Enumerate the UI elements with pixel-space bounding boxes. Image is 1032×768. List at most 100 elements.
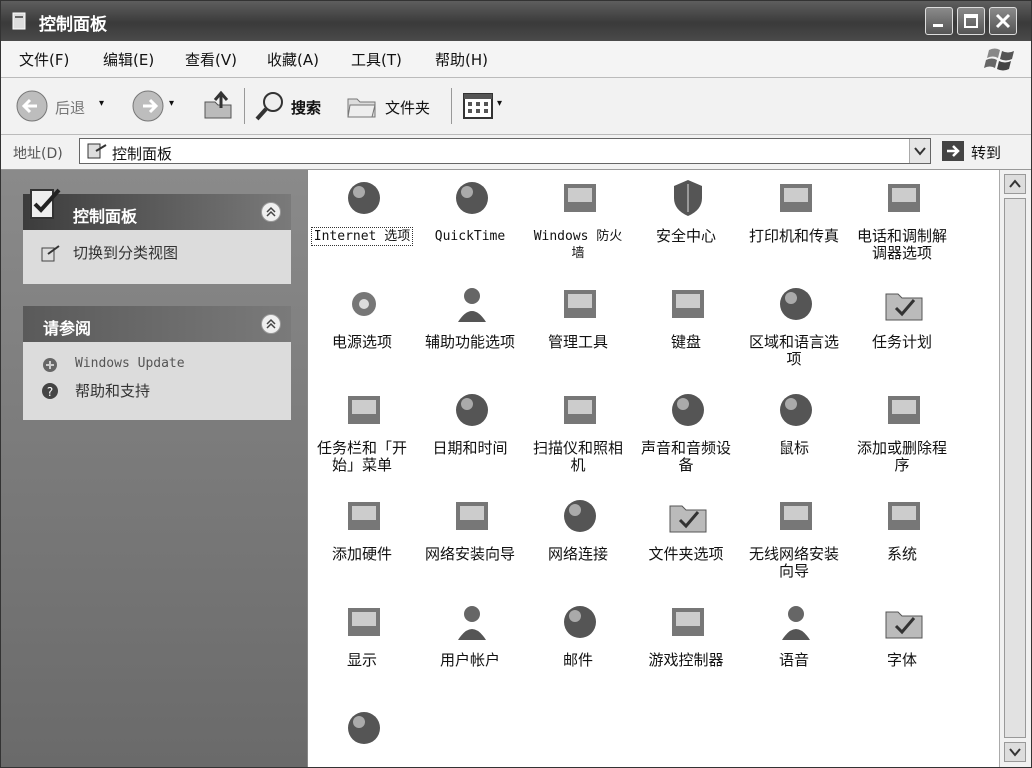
item-label: 键盘: [670, 333, 701, 351]
forward-button[interactable]: ▾: [131, 88, 181, 124]
toolbar-separator: [244, 88, 245, 124]
address-input[interactable]: 控制面板: [79, 138, 931, 164]
control-panel-item[interactable]: 显示: [312, 600, 412, 700]
toolbar-separator: [451, 88, 452, 124]
maximize-button[interactable]: [957, 7, 985, 35]
menu-favorites[interactable]: 收藏(A): [267, 49, 319, 70]
address-dropdown[interactable]: [909, 139, 930, 163]
control-panel-item[interactable]: 系统: [852, 494, 952, 594]
item-label: Windows 防火墙: [533, 229, 623, 261]
item-label: 网络安装向导: [424, 545, 515, 563]
scroll-thumb[interactable]: [1004, 198, 1026, 738]
item-label: QuickTime: [434, 229, 506, 244]
scroll-down-button[interactable]: [1004, 742, 1026, 762]
vertical-scrollbar[interactable]: [999, 170, 1031, 767]
collapse-button[interactable]: [261, 314, 281, 334]
control-panel-item[interactable]: 电源选项: [312, 282, 412, 382]
control-panel-item[interactable]: 声音和音频设备: [636, 388, 736, 488]
views-button[interactable]: ▾: [461, 88, 511, 124]
control-panel-item[interactable]: 网络安装向导: [420, 494, 520, 594]
user-accounts-icon: [458, 606, 486, 640]
menu-view[interactable]: 查看(V): [185, 49, 237, 70]
control-panel-item[interactable]: 用户帐户: [420, 600, 520, 700]
item-label: 任务栏和「开始」菜单: [316, 439, 407, 474]
control-panel-item[interactable]: 无线网络安装向导: [744, 494, 844, 594]
control-panel-item[interactable]: 添加或删除程序: [852, 388, 952, 488]
control-panel-item[interactable]: 任务栏和「开始」菜单: [312, 388, 412, 488]
control-panel-item[interactable]: QuickTime: [420, 176, 520, 276]
go-button[interactable]: 转到: [941, 140, 1021, 166]
menu-help[interactable]: 帮助(H): [435, 49, 488, 70]
up-folder-button[interactable]: [201, 88, 237, 124]
go-label: 转到: [971, 144, 1002, 162]
address-value: 控制面板: [112, 145, 173, 163]
views-grid-icon: [463, 93, 493, 119]
item-label: 无线网络安装向导: [748, 545, 839, 580]
item-label: 打印机和传真: [748, 227, 839, 245]
control-panel-item[interactable]: 扫描仪和照相机: [528, 388, 628, 488]
scroll-up-button[interactable]: [1004, 174, 1026, 194]
control-panel-item[interactable]: 字体: [852, 600, 952, 700]
minimize-button[interactable]: [925, 7, 953, 35]
views-dropdown-icon[interactable]: ▾: [497, 98, 502, 109]
network-wizard-icon: [456, 502, 488, 530]
close-button[interactable]: [989, 7, 1017, 35]
collapse-chevrons-icon: [266, 318, 276, 329]
control-panel-item[interactable]: [312, 706, 412, 767]
back-button[interactable]: 后退 ▾: [15, 88, 111, 124]
control-panel-item[interactable]: 任务计划: [852, 282, 952, 382]
help-support-label: 帮助和支持: [75, 382, 151, 400]
display-icon: [348, 608, 380, 636]
up-folder-icon: [204, 90, 232, 119]
control-panel-item[interactable]: 添加硬件: [312, 494, 412, 594]
control-panel-section: 控制面板 切换到分类视图: [23, 188, 291, 284]
item-label: 安全中心: [655, 227, 716, 245]
taskbar-icon: [348, 396, 380, 424]
power-options-icon: [352, 292, 376, 316]
control-panel-section-header[interactable]: 控制面板: [23, 188, 291, 230]
game-controller-icon: [672, 608, 704, 636]
control-panel-item[interactable]: 邮件: [528, 600, 628, 700]
item-label: 字体: [886, 651, 917, 669]
control-panel-item[interactable]: 语音: [744, 600, 844, 700]
control-panel-item[interactable]: 键盘: [636, 282, 736, 382]
control-panel-item[interactable]: 电话和调制解调器选项: [852, 176, 952, 276]
item-label: 添加或删除程序: [856, 439, 947, 474]
forward-arrow-icon: [132, 90, 164, 122]
item-label: 电源选项: [331, 333, 392, 351]
help-icon: ?: [42, 383, 58, 399]
control-panel-item[interactable]: 网络连接: [528, 494, 628, 594]
item-label: 显示: [346, 651, 377, 669]
control-panel-item[interactable]: 鼠标: [744, 388, 844, 488]
windows-flag-icon: [984, 48, 1014, 71]
search-button[interactable]: 搜索: [253, 88, 333, 124]
scroll-up-icon: [1009, 179, 1021, 188]
menu-file[interactable]: 文件(F): [19, 49, 69, 70]
forward-dropdown-icon[interactable]: ▾: [169, 98, 174, 109]
quicktime-icon: [456, 182, 488, 214]
control-panel-item[interactable]: 打印机和传真: [744, 176, 844, 276]
control-panel-item[interactable]: Windows 防火墙: [528, 176, 628, 276]
close-icon: [995, 13, 1011, 29]
folders-label: 文件夹: [385, 99, 431, 117]
control-panel-item[interactable]: 文件夹选项: [636, 494, 736, 594]
see-also-header[interactable]: 请参阅: [23, 306, 291, 342]
control-panel-item[interactable]: 管理工具: [528, 282, 628, 382]
folders-button[interactable]: 文件夹: [345, 88, 441, 124]
menu-edit[interactable]: 编辑(E): [103, 49, 154, 70]
go-arrow-icon: [942, 141, 964, 161]
control-panel-item[interactable]: 日期和时间: [420, 388, 520, 488]
clock-icon: [456, 394, 488, 426]
folders-icon: [347, 98, 376, 118]
control-panel-item[interactable]: Internet 选项: [311, 176, 413, 276]
control-panel-item[interactable]: 游戏控制器: [636, 600, 736, 700]
address-bar: 地址(D) 控制面板 转到: [1, 135, 1031, 170]
control-panel-item[interactable]: 区域和语言选项: [744, 282, 844, 382]
collapse-button[interactable]: [261, 202, 281, 222]
title-bar[interactable]: 控制面板: [1, 1, 1031, 41]
control-panel-item[interactable]: 安全中心: [636, 176, 736, 276]
menu-bar: 文件(F) 编辑(E) 查看(V) 收藏(A) 工具(T) 帮助(H): [1, 41, 1031, 78]
back-dropdown-icon[interactable]: ▾: [99, 98, 104, 109]
control-panel-item[interactable]: 辅助功能选项: [420, 282, 520, 382]
menu-tools[interactable]: 工具(T): [351, 49, 402, 70]
